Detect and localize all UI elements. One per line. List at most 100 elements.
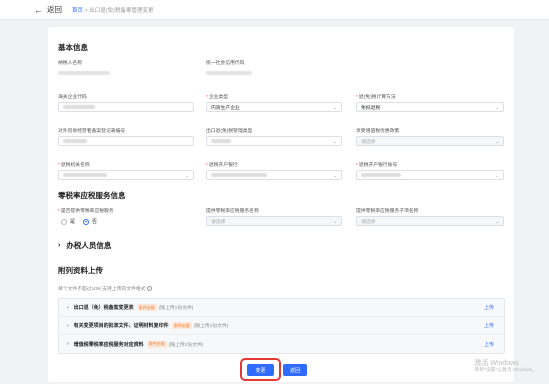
- info-icon[interactable]: i: [147, 286, 153, 291]
- radio-yes[interactable]: 是: [61, 218, 75, 225]
- required-tag: 条件必报: [171, 322, 192, 329]
- section-title-zero-rate: 零税率应税服务信息: [58, 191, 126, 200]
- account-value: [361, 173, 401, 177]
- refund-method-label: *退(免)税计算方法: [356, 93, 396, 100]
- attachment-limit: (限上传1份文件): [168, 342, 204, 348]
- radio-circle: [61, 218, 67, 225]
- chevron-down-icon: ⌄: [185, 173, 189, 178]
- attachment-name: 增值税零税率应税服务对应资料: [73, 341, 144, 348]
- upload-hint: 单个文件不超过10M,支持上传的文件格式 i: [58, 285, 153, 292]
- upload-button[interactable]: 上传: [484, 322, 494, 329]
- staff-section-toggle[interactable]: › 办税人员信息: [58, 240, 111, 251]
- required-mark: *: [356, 163, 358, 168]
- back-link[interactable]: ← 返回: [34, 4, 62, 15]
- chevron-down-icon: ⌄: [333, 219, 337, 224]
- required-tag: 条件必报: [136, 304, 157, 311]
- enterprise-type-label: *企业类型: [206, 93, 228, 100]
- mgmt-type-label: 出口退(免)税管理类型: [206, 129, 253, 134]
- radio-no[interactable]: 否: [83, 218, 97, 225]
- mgmt-type-value: [211, 139, 231, 143]
- upload-hint-text: 单个文件不超过10M,支持上传的文件格式: [58, 287, 146, 292]
- taxpayer-name-value: [58, 71, 110, 75]
- policy-placeholder: 请选择: [361, 139, 376, 145]
- account-label-text: 退税开户银行账号: [358, 163, 398, 168]
- chevron-down-icon: ⌄: [495, 139, 499, 144]
- mgmt-type-select[interactable]: ⌄: [206, 136, 342, 146]
- bank-label-text: 退税开户银行: [208, 163, 238, 168]
- enterprise-type-value: 内资生产企业: [211, 105, 240, 111]
- policy-select[interactable]: 请选择 ⌄: [356, 136, 504, 146]
- back-label: 返回: [47, 5, 62, 14]
- upload-button[interactable]: 上传: [484, 341, 494, 348]
- chevron-down-icon: ⌄: [495, 105, 499, 110]
- policy-label: 享受增值税优惠政策: [356, 129, 400, 134]
- required-mark: *: [58, 209, 60, 214]
- top-bar: ← 返回 首页 > 出口退(免)税备案管理变更: [0, 0, 549, 20]
- service-name-label: 提供零税率应税服务名称: [206, 209, 259, 214]
- attachment-row[interactable]: › 有关变更项目的批准文件、证明材料复印件 条件必报 (限上传1份文件) 上传: [59, 317, 504, 335]
- credit-code-label: 统一社会信用代码: [206, 61, 245, 66]
- chevron-right-icon: ›: [58, 242, 61, 249]
- account-select[interactable]: ⌄: [356, 170, 504, 180]
- attachment-row[interactable]: › 出口退（免）税备案变更表 条件必报 (限上传1份文件) 上传: [59, 299, 504, 317]
- account-label: *退税开户银行账号: [356, 161, 397, 168]
- service-name-select[interactable]: 请选择 ⌄: [206, 216, 342, 226]
- service-sub-placeholder: 请选择: [361, 219, 376, 225]
- upload-button[interactable]: 上传: [484, 304, 494, 311]
- required-mark: *: [206, 163, 208, 168]
- windows-activation-watermark: 激活 Windows 转到"设置"以激活 Windows。: [474, 360, 537, 374]
- watermark-line2: 转到"设置"以激活 Windows。: [474, 368, 537, 374]
- attachment-limit: (限上传1份文件): [158, 306, 194, 311]
- customs-code-label: 海关企业代码: [58, 95, 87, 100]
- radio-no-label: 否: [92, 219, 98, 225]
- back-button[interactable]: 返回: [283, 364, 307, 376]
- attachment-name: 出口退（免）税备案变更表: [73, 305, 134, 311]
- customs-code-field[interactable]: [58, 102, 194, 112]
- service-sub-label: 提供零税率应税服务子项名称: [356, 209, 419, 214]
- bank-select[interactable]: ⌄: [206, 170, 342, 180]
- provide-service-label-text: 是否提供零税率应税服务: [60, 209, 114, 214]
- chevron-right-icon: ›: [67, 341, 69, 347]
- taxpayer-name-label: 纳税人名称: [58, 61, 82, 66]
- foreign-trade-value: [63, 139, 87, 143]
- watermark-line1: 激活 Windows: [474, 359, 519, 367]
- highlight-box: [240, 358, 281, 381]
- bank-label: *退税开户银行: [206, 161, 238, 168]
- tax-office-label: *退税机关名称: [58, 161, 90, 168]
- service-name-placeholder: 请选择: [211, 219, 226, 225]
- attachment-limit: (限上传1份文件): [193, 324, 229, 329]
- chevron-right-icon: ›: [67, 322, 69, 329]
- radio-circle-selected: [83, 218, 89, 225]
- refund-method-select[interactable]: 免抵退税 ⌄: [356, 102, 504, 112]
- foreign-trade-field[interactable]: [58, 136, 194, 146]
- foreign-trade-label: 对外贸易经营者备案登记表编号: [58, 129, 126, 134]
- arrow-left-icon: ←: [34, 4, 43, 15]
- required-mark: *: [206, 95, 208, 100]
- chevron-down-icon: ⌄: [495, 173, 499, 178]
- chevron-down-icon: ⌄: [333, 105, 337, 110]
- enterprise-type-select[interactable]: 内资生产企业 ⌄: [206, 102, 342, 112]
- bank-value: [211, 173, 267, 177]
- service-sub-select[interactable]: 请选择 ⌄: [356, 216, 504, 226]
- staff-section-title: 办税人员信息: [66, 241, 112, 250]
- breadcrumb-home[interactable]: 首页: [72, 8, 83, 14]
- attachment-list: › 出口退（免）税备案变更表 条件必报 (限上传1份文件) 上传 › 有关变更项…: [58, 298, 505, 354]
- section-title-attachments: 附列资料上传: [58, 266, 103, 275]
- refund-method-label-text: 退(免)税计算方法: [358, 95, 396, 100]
- attachment-row[interactable]: › 增值税零税率应税服务对应资料 条件必报 (限上传1份文件) 上传: [59, 335, 504, 353]
- chevron-right-icon: ›: [67, 304, 69, 311]
- required-tag: 条件必报: [146, 340, 167, 348]
- chevron-down-icon: ⌄: [495, 219, 499, 224]
- radio-yes-label: 是: [70, 219, 76, 225]
- chevron-down-icon: ⌄: [333, 139, 337, 144]
- required-mark: *: [58, 163, 60, 168]
- refund-method-value: 免抵退税: [361, 105, 381, 111]
- breadcrumb-current: 出口退(免)税备案管理变更: [89, 7, 154, 14]
- tax-office-value: [63, 173, 107, 177]
- customs-code-value: [63, 105, 95, 109]
- enterprise-type-label-text: 企业类型: [208, 95, 229, 100]
- breadcrumb: 首页 > 出口退(免)税备案管理变更: [72, 6, 153, 14]
- attachment-name: 有关变更项目的批准文件、证明材料复印件: [73, 323, 169, 329]
- section-title-basic: 基本信息: [58, 43, 88, 52]
- tax-office-select[interactable]: ⌄: [58, 170, 194, 180]
